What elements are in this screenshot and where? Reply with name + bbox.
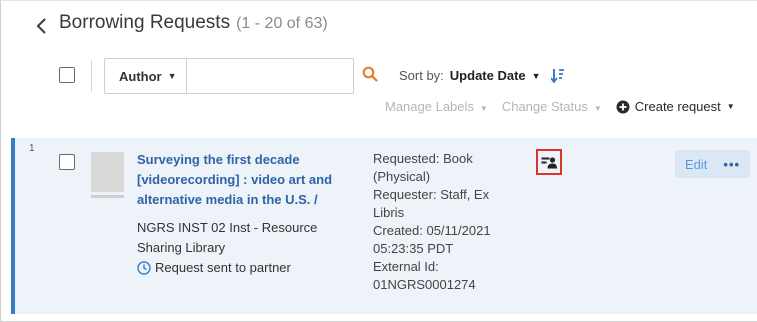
- create-request-label: Create request: [634, 99, 721, 114]
- manage-labels-label: Manage Labels: [385, 99, 474, 114]
- search-icon[interactable]: [360, 63, 380, 85]
- chevron-down-icon: ▼: [726, 102, 735, 111]
- chevron-down-icon: ▼: [167, 71, 177, 81]
- library-line: Sharing Library: [137, 240, 226, 255]
- chevron-down-icon: ▼: [479, 104, 488, 113]
- page-title: Borrowing Requests (1 - 20 of 63): [59, 12, 328, 34]
- manage-labels-button[interactable]: Manage Labels ▼: [385, 99, 502, 114]
- library-line: NGRS INST 02 Inst - Resource: [137, 220, 318, 235]
- list-item[interactable]: 1 Surveying the first decade [videorecor…: [11, 138, 757, 314]
- row-number: 1: [29, 143, 35, 154]
- request-status: Request sent to partner: [137, 258, 362, 278]
- person-card-icon[interactable]: [536, 149, 562, 175]
- detail-line: Requester: Staff, Ex: [373, 187, 490, 202]
- search-field-dropdown[interactable]: Author ▼: [105, 59, 187, 93]
- item-title-line: alternative media in the U.S. /: [137, 192, 318, 207]
- search-input[interactable]: [186, 59, 375, 93]
- item-title-line: Surveying the first decade: [137, 152, 300, 167]
- sort-control: Sort by: Update Date ▼: [399, 68, 565, 83]
- detail-line: Requested: Book: [373, 151, 473, 166]
- more-actions-button[interactable]: •••: [717, 150, 750, 178]
- row-actions: Edit •••: [675, 150, 751, 178]
- result-range: (1 - 20 of 63): [236, 15, 328, 32]
- create-request-button[interactable]: Create request ▼: [616, 99, 735, 114]
- library-name: NGRS INST 02 Inst - Resource Sharing Lib…: [137, 218, 362, 258]
- search-filter: Author ▼: [104, 58, 375, 94]
- change-status-label: Change Status: [501, 99, 588, 114]
- sort-field-dropdown[interactable]: Update Date: [450, 68, 526, 83]
- page-frame: Borrowing Requests (1 - 20 of 63) Author …: [0, 0, 757, 322]
- chevron-down-icon: ▼: [593, 104, 602, 113]
- detail-line: 05:23:35 PDT: [373, 241, 454, 256]
- detail-line: Created: 05/11/2021: [373, 223, 491, 238]
- detail-line: 01NGRS0001274: [373, 277, 476, 292]
- bulk-actions: Manage Labels ▼ Change Status ▼ Create req…: [385, 99, 735, 114]
- item-thumbnail: [91, 152, 124, 192]
- detail-line: Libris: [373, 205, 405, 220]
- sort-descending-icon[interactable]: [550, 68, 565, 83]
- item-summary: Surveying the first decade [videorecordi…: [137, 150, 362, 278]
- request-details: Requested: Book (Physical) Requester: St…: [373, 150, 533, 294]
- sort-label: Sort by:: [399, 68, 444, 83]
- search-field-label: Author: [119, 68, 162, 84]
- plus-circle-icon: [616, 100, 630, 113]
- chevron-down-icon[interactable]: ▼: [532, 71, 541, 81]
- thumbnail-underline: [91, 195, 124, 198]
- edit-button[interactable]: Edit: [675, 150, 717, 178]
- page-title-text: Borrowing Requests: [59, 12, 231, 33]
- back-chevron-icon[interactable]: [32, 14, 50, 38]
- change-status-button[interactable]: Change Status ▼: [502, 99, 616, 114]
- request-status-text: Request sent to partner: [155, 260, 291, 275]
- toolbar-divider: [91, 60, 92, 92]
- item-title-line: [videorecording] : video art and: [137, 172, 333, 187]
- clock-icon: [137, 261, 151, 275]
- select-all-checkbox[interactable]: [59, 67, 75, 83]
- detail-line: External Id:: [373, 259, 439, 274]
- item-title-link[interactable]: Surveying the first decade [videorecordi…: [137, 150, 362, 210]
- detail-line: (Physical): [373, 169, 431, 184]
- row-checkbox[interactable]: [59, 154, 75, 170]
